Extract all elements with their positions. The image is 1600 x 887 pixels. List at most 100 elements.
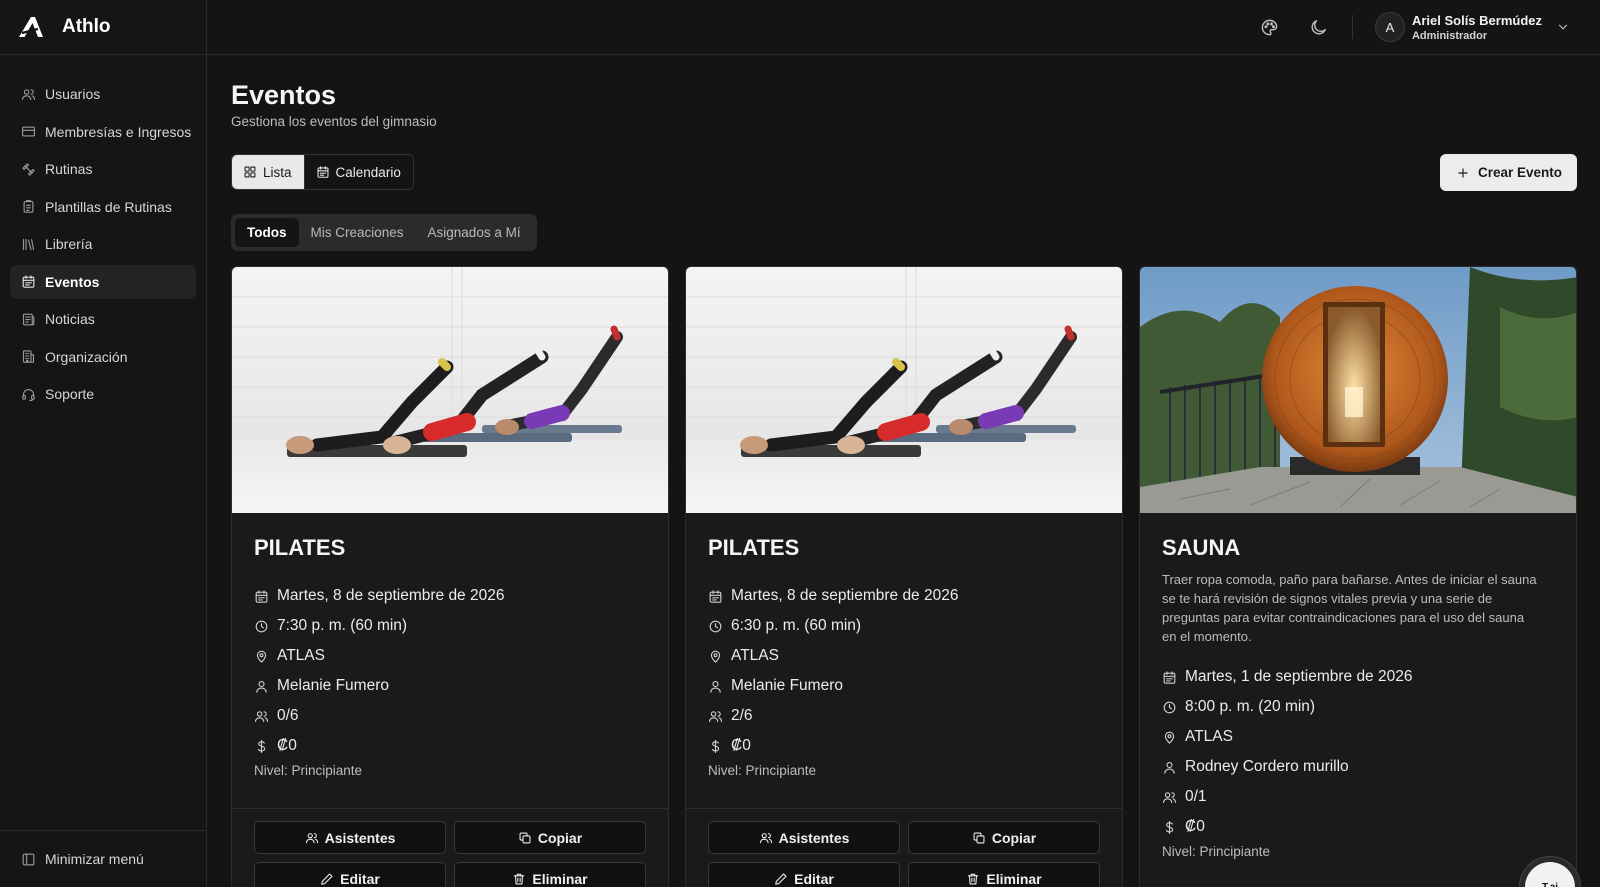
sidebar-item-label: Soporte: [45, 386, 95, 402]
theme-palette-button[interactable]: [1254, 11, 1286, 43]
event-location: ATLAS: [1162, 722, 1554, 752]
building-icon: [21, 349, 36, 364]
sidebar-panel-icon: [21, 852, 36, 867]
event-meta: Martes, 1 de septiembre de 2026 8:00 p. …: [1162, 662, 1554, 842]
headset-icon: [21, 387, 36, 402]
users-icon: [708, 709, 723, 724]
sidebar-item-noticias[interactable]: Noticias: [10, 302, 196, 336]
view-list-label: Lista: [263, 164, 292, 180]
user-icon: [254, 679, 269, 694]
view-calendar-button[interactable]: Calendario: [303, 155, 413, 189]
event-time-text: 6:30 p. m. (60 min): [731, 617, 862, 634]
event-meta: Martes, 8 de septiembre de 2026 7:30 p. …: [254, 581, 646, 761]
event-title: SAUNA: [1162, 535, 1241, 560]
event-date: Martes, 1 de septiembre de 2026: [1162, 662, 1554, 692]
user-role: Administrador: [1411, 29, 1488, 42]
map-pin-icon: [708, 649, 723, 664]
event-card-body: SAUNA Traer ropa comoda, paño para bañar…: [1140, 513, 1576, 859]
clock-icon: [254, 619, 269, 634]
event-level: Nivel: Principiante: [708, 763, 817, 778]
event-capacity: 0/6: [254, 701, 646, 731]
event-instructor: Melanie Fumero: [254, 671, 646, 701]
clock-icon: [708, 619, 723, 634]
plus-icon: [1456, 166, 1470, 180]
copy-button[interactable]: Copiar: [908, 821, 1100, 854]
user-name: Ariel Solís Bermúdez: [1411, 12, 1542, 28]
sidebar-item-membresias[interactable]: Membresías e Ingresos: [10, 115, 196, 149]
event-instructor-text: Rodney Cordero murillo: [1185, 758, 1349, 775]
event-price: ₡0: [254, 731, 646, 761]
users-icon: [759, 831, 773, 845]
sidebar-item-plantillas[interactable]: Plantillas de Rutinas: [10, 190, 196, 224]
copy-button[interactable]: Copiar: [454, 821, 646, 854]
users-icon: [254, 709, 269, 724]
moon-icon: [1309, 18, 1328, 37]
delete-button[interactable]: Eliminar: [908, 862, 1100, 887]
sidebar: Athlo Usuarios Membresías e Ingresos Rut…: [0, 0, 207, 887]
sidebar-item-usuarios[interactable]: Usuarios: [10, 77, 196, 111]
attendees-button[interactable]: Asistentes: [708, 821, 900, 854]
sidebar-nav: Usuarios Membresías e Ingresos Rutinas P…: [0, 55, 206, 411]
view-list-button[interactable]: Lista: [232, 155, 304, 189]
delete-label: Eliminar: [532, 870, 588, 887]
tab-asignados-a-mi[interactable]: Asignados a Mí: [416, 218, 533, 247]
event-card-actions: Asistentes Copiar Editar Eliminar: [686, 808, 1122, 887]
minimize-menu-label: Minimizar menú: [45, 851, 144, 867]
event-location-text: ATLAS: [1185, 728, 1233, 745]
sidebar-item-eventos[interactable]: Eventos: [10, 264, 196, 299]
event-image-pilates: [686, 267, 1122, 513]
tab-todos[interactable]: Todos: [235, 218, 299, 247]
page-title: Eventos: [231, 80, 337, 110]
event-instructor: Rodney Cordero murillo: [1162, 752, 1554, 782]
event-card[interactable]: PILATES Martes, 8 de septiembre de 2026 …: [685, 266, 1123, 887]
event-title: PILATES: [254, 535, 346, 560]
dark-mode-toggle[interactable]: [1303, 11, 1335, 43]
event-card[interactable]: PILATES Martes, 8 de septiembre de 2026 …: [231, 266, 669, 887]
event-date: Martes, 8 de septiembre de 2026: [254, 581, 646, 611]
create-event-button[interactable]: Crear Evento: [1439, 154, 1577, 191]
event-card-body: PILATES Martes, 8 de septiembre de 2026 …: [686, 513, 1122, 778]
sidebar-item-libreria[interactable]: Librería: [10, 227, 196, 261]
newspaper-icon: [21, 312, 36, 327]
minimize-menu-button[interactable]: Minimizar menú: [0, 830, 207, 887]
event-card-actions: Asistentes Copiar Editar Eliminar: [232, 808, 668, 887]
filter-tabs: Todos Mis Creaciones Asignados a Mí: [231, 214, 537, 251]
clipboard-icon: [21, 199, 36, 214]
header-divider: [1351, 15, 1353, 39]
sidebar-item-organizacion[interactable]: Organización: [10, 340, 196, 374]
main-content: Eventos Gestiona los eventos del gimnasi…: [231, 55, 1600, 887]
pencil-icon: [320, 872, 334, 886]
sidebar-item-soporte[interactable]: Soporte: [10, 377, 196, 411]
user-icon: [708, 679, 723, 694]
user-info: Ariel Solís Bermúdez Administrador: [1412, 13, 1542, 42]
avatar: A: [1374, 12, 1405, 42]
event-level: Nivel: Principiante: [254, 763, 363, 778]
grid-icon: [243, 165, 257, 179]
event-card[interactable]: SAUNA Traer ropa comoda, paño para bañar…: [1139, 266, 1577, 887]
users-icon: [305, 831, 319, 845]
edit-button[interactable]: Editar: [254, 862, 446, 887]
attendees-button[interactable]: Asistentes: [254, 821, 446, 854]
sidebar-item-rutinas[interactable]: Rutinas: [10, 152, 196, 186]
event-time-text: 7:30 p. m. (60 min): [277, 617, 408, 634]
event-location-text: ATLAS: [277, 647, 325, 664]
edit-label: Editar: [340, 870, 380, 887]
palette-icon: [1260, 18, 1279, 37]
tab-mis-creaciones[interactable]: Mis Creaciones: [299, 218, 416, 247]
sidebar-item-label: Organización: [45, 348, 128, 365]
event-instructor-text: Melanie Fumero: [277, 677, 389, 694]
brand[interactable]: Athlo: [0, 0, 206, 55]
event-title: PILATES: [708, 535, 800, 560]
copy-icon: [518, 831, 532, 845]
assistant-label: T.ai: [1525, 862, 1575, 887]
user-menu[interactable]: A Ariel Solís Bermúdez Administrador: [1374, 12, 1570, 42]
copy-label: Copiar: [991, 829, 1037, 846]
event-date-text: Martes, 1 de septiembre de 2026: [1185, 668, 1413, 685]
delete-button[interactable]: Eliminar: [454, 862, 646, 887]
event-capacity-text: 2/6: [731, 707, 753, 724]
edit-button[interactable]: Editar: [708, 862, 900, 887]
calendar-icon: [21, 274, 36, 289]
event-instructor-text: Melanie Fumero: [731, 677, 843, 694]
event-location-text: ATLAS: [731, 647, 779, 664]
calendar-icon: [1162, 670, 1177, 685]
